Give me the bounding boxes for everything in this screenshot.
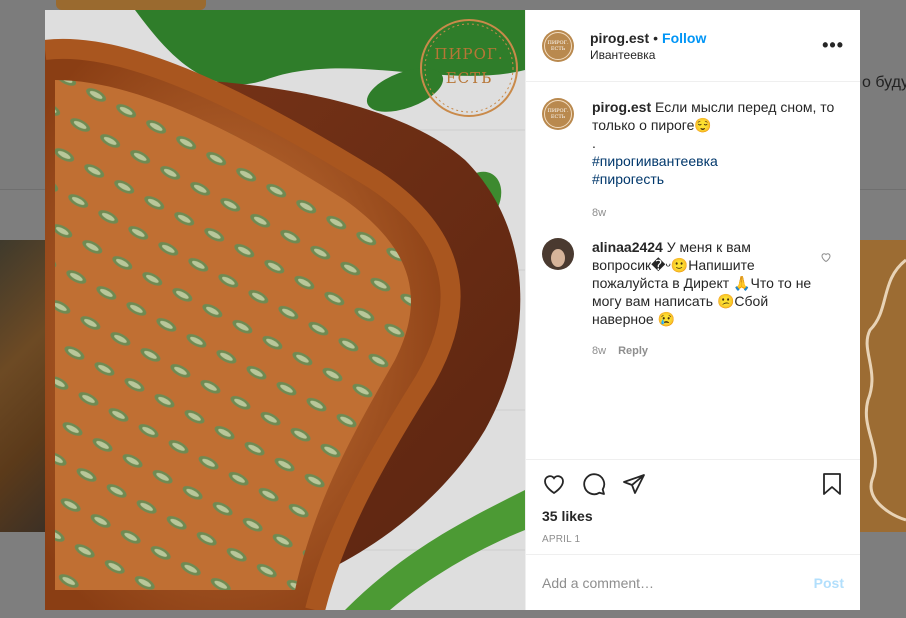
comment-bubble-icon[interactable] xyxy=(582,472,606,496)
background-photo-right[interactable] xyxy=(860,240,906,532)
avatar-logo: ПИРОГ. ЕСТЬ xyxy=(544,100,572,128)
avatar-logo-line: ЕСТЬ xyxy=(550,45,566,52)
like-heart-icon[interactable] xyxy=(542,472,566,496)
caption-avatar[interactable]: ПИРОГ. ЕСТЬ xyxy=(542,98,574,130)
hashtag-link[interactable]: #пирогесть xyxy=(592,170,844,188)
caption-dot-line: . xyxy=(592,135,596,151)
header-info: pirog.est • Follow Ивантеевка xyxy=(590,30,820,62)
post-header: ПИРОГ. ЕСТЬ pirog.est • Follow Ивантеевк… xyxy=(526,10,860,82)
post-modal: ПИРОГ. ЕСТЬ ПИРОГ. ЕСТЬ pirog.est • Foll… xyxy=(45,10,860,610)
follow-button[interactable]: Follow xyxy=(662,30,706,46)
commenter-avatar[interactable] xyxy=(542,238,574,270)
hashtag-link[interactable]: #пирогиивантеевка xyxy=(592,152,844,170)
more-options-icon[interactable]: ••• xyxy=(820,35,844,56)
brand-logo: ПИРОГ. ЕСТЬ xyxy=(427,42,511,90)
save-bookmark-icon[interactable] xyxy=(820,472,844,496)
author-username-link[interactable]: pirog.est xyxy=(590,30,649,46)
caption-age[interactable]: 8w xyxy=(592,204,606,222)
post-comment-button[interactable]: Post xyxy=(814,575,844,591)
add-comment-bar: Post xyxy=(526,554,860,610)
commenter-username-link[interactable]: alinaa2424 xyxy=(592,239,663,255)
caption-username-link[interactable]: pirog.est xyxy=(592,99,651,115)
share-paper-plane-icon[interactable] xyxy=(622,472,646,496)
brand-logo-line: ЕСТЬ xyxy=(445,69,493,87)
avatar-logo-line: ПИРОГ. xyxy=(547,39,569,46)
comment-age[interactable]: 8w xyxy=(592,342,606,360)
comment-input[interactable] xyxy=(542,574,814,591)
location-link[interactable]: Ивантеевка xyxy=(590,48,820,62)
reply-button[interactable]: Reply xyxy=(618,342,648,360)
brand-logo-line: ПИРОГ. xyxy=(434,45,504,63)
avatar-logo: ПИРОГ. ЕСТЬ xyxy=(544,31,572,60)
background-text: о буду xyxy=(862,74,906,91)
avatar-logo-line: ЕСТЬ xyxy=(550,114,566,120)
author-avatar[interactable]: ПИРОГ. ЕСТЬ xyxy=(542,29,574,62)
comment-item: alinaa2424 У меня к вам вопросик�ᵕ🙂Напиш… xyxy=(542,238,844,360)
background-photo-left[interactable] xyxy=(0,240,46,532)
separator-dot: • xyxy=(653,29,659,46)
post-side-panel: ПИРОГ. ЕСТЬ pirog.est • Follow Ивантеевк… xyxy=(525,10,860,610)
comments-list[interactable]: ПИРОГ. ЕСТЬ pirog.est Если мысли перед с… xyxy=(526,82,860,459)
post-photo[interactable]: ПИРОГ. ЕСТЬ xyxy=(45,10,525,610)
post-actions: 35 likes APRIL 1 xyxy=(526,459,860,554)
likes-count[interactable]: 35 likes xyxy=(542,508,844,524)
background-logo xyxy=(56,0,206,10)
caption: ПИРОГ. ЕСТЬ pirog.est Если мысли перед с… xyxy=(542,98,844,222)
post-date[interactable]: APRIL 1 xyxy=(542,534,844,545)
comment-like-heart-icon[interactable] xyxy=(820,250,832,268)
